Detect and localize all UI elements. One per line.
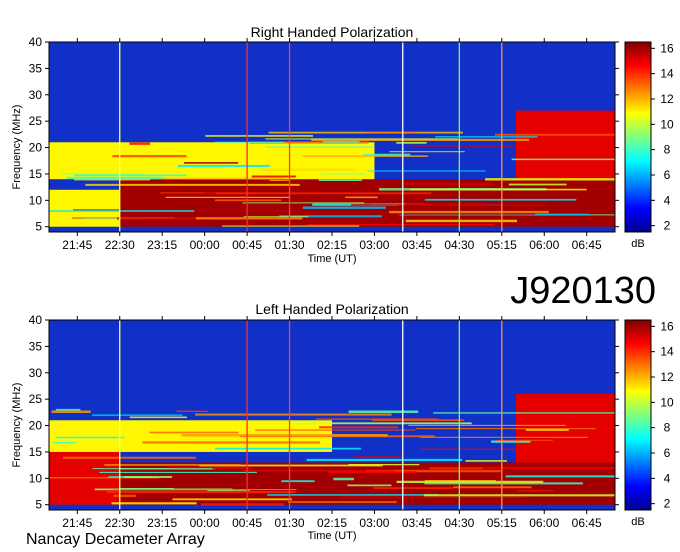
colorbar: [624, 319, 652, 511]
colorbar-tick-label: 4: [664, 471, 671, 485]
y-tick-label: 15: [29, 167, 43, 181]
y-tick-label: 35: [29, 339, 43, 353]
x-tick-label: 00:45: [232, 516, 262, 530]
x-tick-label: 00:45: [232, 238, 262, 252]
event-id-label: J920130: [510, 270, 656, 312]
intensity-region: [119, 179, 615, 227]
x-tick-label: 00:00: [190, 238, 220, 252]
y-tick-label: 15: [29, 445, 43, 459]
colorbar-tick-label: 12: [660, 92, 674, 106]
y-tick-label: 10: [29, 471, 43, 485]
x-tick-label: 03:00: [359, 238, 389, 252]
x-tick-label: 06:00: [529, 238, 559, 252]
y-tick-label: 30: [29, 366, 43, 380]
y-tick-label: 10: [29, 193, 43, 207]
x-tick-label: 06:45: [572, 238, 602, 252]
y-tick-label: 25: [29, 392, 43, 406]
y-tick-label: 25: [29, 114, 43, 128]
intensity-region: [49, 189, 120, 227]
x-tick-label: 21:45: [62, 516, 92, 530]
y-tick-label: 40: [29, 35, 43, 49]
x-tick-label: 04:30: [444, 238, 474, 252]
x-tick-label: 05:15: [487, 516, 517, 530]
colorbar-tick-label: 10: [660, 395, 674, 409]
colorbar-tick-label: 10: [660, 117, 674, 131]
x-tick-label: 00:00: [190, 516, 220, 530]
x-tick-label: 02:15: [317, 516, 347, 530]
colorbar: [624, 41, 652, 233]
colorbar-tick-label: 14: [660, 67, 674, 81]
left-polarization-panel: Left Handed Polarization 510152025303540…: [11, 301, 674, 542]
y-axis-label: Frequency (MHz): [11, 105, 23, 190]
x-tick-label: 02:15: [317, 238, 347, 252]
y-tick-label: 20: [29, 141, 43, 155]
x-tick-label: 21:45: [62, 238, 92, 252]
colorbar-tick-label: 2: [664, 497, 671, 511]
colorbar-ticks: 2 4 6 8 10 12 14 16: [651, 41, 674, 233]
colorbar-tick-label: 16: [660, 319, 674, 333]
x-tick-label: 23:15: [147, 516, 177, 530]
colorbar-tick-label: 16: [660, 41, 674, 55]
x-tick-label: 22:30: [105, 516, 135, 530]
y-tick-label: 20: [29, 419, 43, 433]
x-tick-label: 04:30: [444, 516, 474, 530]
y-tick-label: 35: [29, 61, 43, 75]
x-tick-label: 01:30: [275, 238, 305, 252]
y-tick-label: 5: [35, 498, 42, 512]
x-axis-label: Time (UT): [307, 530, 356, 542]
colorbar-tick-label: 12: [660, 370, 674, 384]
x-tick-label: 03:45: [402, 516, 432, 530]
observatory-footer: Nancay Decameter Array: [26, 531, 205, 548]
colorbar-label: dB: [631, 238, 644, 250]
colorbar-tick-label: 8: [664, 143, 671, 157]
colorbar-tick-label: 14: [660, 345, 674, 359]
x-tick-label: 06:00: [529, 516, 559, 530]
right-polarization-panel: Right Handed Polarization 5 10 15 20 25 30 35 4…: [11, 24, 674, 265]
x-tick-label: 22:30: [105, 238, 135, 252]
colorbar-tick-label: 8: [664, 421, 671, 435]
colorbar-tick-label: 4: [664, 193, 671, 207]
colorbar-label: dB: [631, 516, 644, 528]
colorbar-tick-label: 6: [664, 446, 671, 460]
colorbar-ticks: 2 4 6 8 10 12 14 16: [651, 319, 674, 511]
x-tick-label: 05:15: [487, 238, 517, 252]
x-axis-label: Time (UT): [307, 253, 356, 265]
y-tick-label: 30: [29, 88, 43, 102]
intensity-region: [515, 110, 615, 180]
colorbar-tick-label: 6: [664, 168, 671, 182]
spectrogram-figure: Right Handed Polarization 51015202530354…: [11, 24, 674, 548]
x-tick-label: 06:45: [572, 516, 602, 530]
x-tick-label: 23:15: [147, 238, 177, 252]
x-tick-label: 03:00: [359, 516, 389, 530]
panel-title: Right Handed Polarization: [251, 24, 414, 40]
colorbar-tick-label: 2: [664, 219, 671, 233]
y-axis-label: Frequency (MHz): [11, 383, 23, 468]
x-tick-label: 03:45: [402, 238, 432, 252]
y-tick-label: 5: [35, 220, 42, 234]
panel-title: Left Handed Polarization: [255, 301, 408, 317]
x-tick-label: 01:30: [275, 516, 305, 530]
y-tick-label: 40: [29, 313, 43, 327]
